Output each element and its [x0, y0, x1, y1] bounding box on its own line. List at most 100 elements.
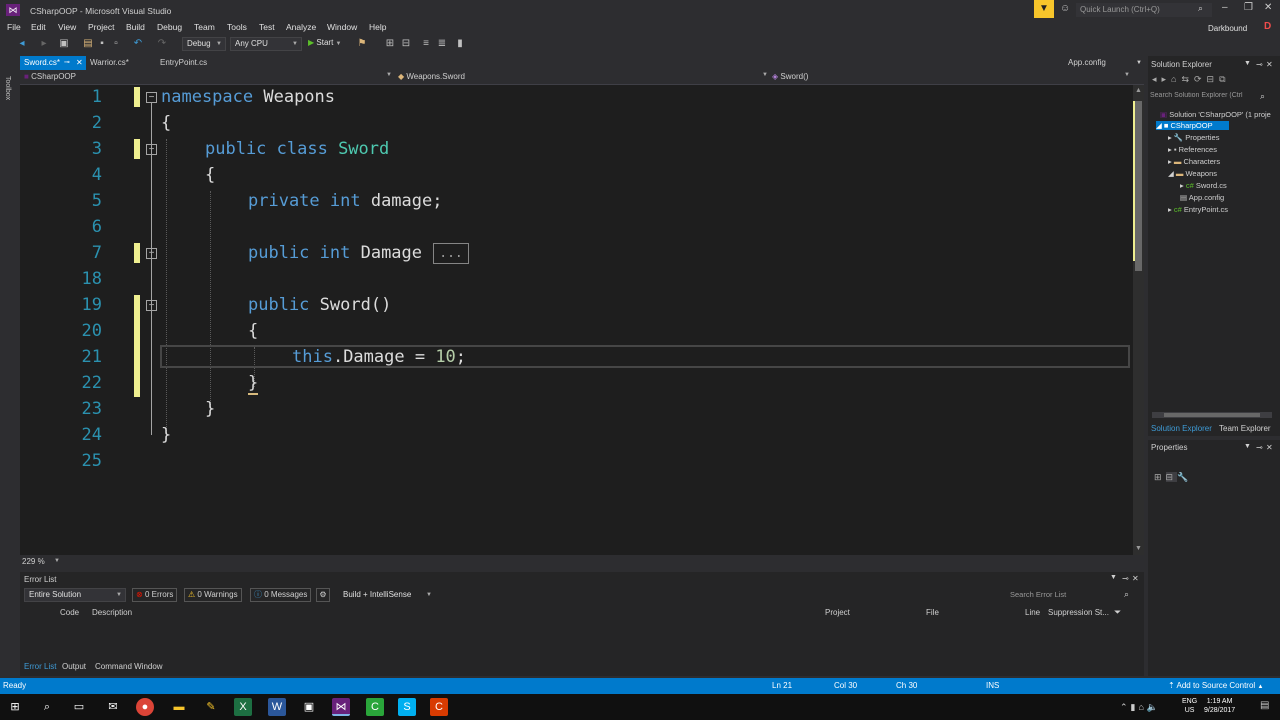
menu-file[interactable]: File [7, 22, 21, 32]
outdent-icon[interactable]: ≣ [436, 38, 448, 50]
recorder-icon[interactable]: C [430, 698, 448, 716]
code-editor[interactable]: 1 2 3 4 5 6 7 18 19 20 21 22 23 24 25 − … [20, 85, 1144, 555]
bottom-tab-command-window[interactable]: Command Window [95, 662, 163, 671]
excel-icon[interactable]: X [234, 698, 252, 716]
format-icon[interactable]: ⊞ [384, 38, 396, 50]
menu-team[interactable]: Team [194, 22, 215, 32]
notifications-icon[interactable]: ▤ [1260, 700, 1269, 711]
tree-references[interactable]: ▸ ▪ References [1168, 145, 1217, 154]
editor-vertical-scrollbar[interactable]: ▲ ▼ [1133, 85, 1144, 555]
open-file-icon[interactable]: ▤ [82, 38, 94, 50]
new-project-icon[interactable]: ▣ [58, 38, 70, 50]
app-icon[interactable]: ✎ [202, 698, 220, 716]
scroll-thumb[interactable] [1164, 413, 1260, 417]
forward-icon[interactable]: ▸ [38, 38, 50, 50]
close-icon[interactable]: ✕ [1132, 574, 1139, 583]
task-view-icon[interactable]: ▭ [70, 698, 88, 716]
mail-icon[interactable]: ✉ [104, 698, 122, 716]
menu-help[interactable]: Help [369, 22, 386, 32]
notification-flag-icon[interactable]: ▼ [1034, 0, 1054, 18]
close-icon[interactable]: ✕ [1266, 60, 1273, 69]
back-icon[interactable]: ◂ [16, 38, 28, 50]
solution-search-input[interactable]: Search Solution Explorer (Ctrl [1150, 92, 1266, 104]
visual-studio-icon[interactable]: ⋈ [332, 698, 350, 716]
build-filter-dropdown[interactable]: Build + IntelliSense ▼ [338, 588, 436, 602]
menu-analyze[interactable]: Analyze [286, 22, 316, 32]
horizontal-scrollbar[interactable] [1152, 412, 1272, 418]
tab-app-config[interactable]: App.config ▼ [1064, 56, 1144, 70]
scroll-down-icon[interactable]: ▼ [1135, 545, 1142, 552]
tab-entrypoint-cs[interactable]: EntryPoint.cs [156, 56, 226, 70]
error-search-input[interactable]: Search Error List [1010, 590, 1134, 599]
filter-icon[interactable]: ⚙ [316, 588, 330, 602]
pin-icon[interactable]: ⊸ [1256, 443, 1263, 452]
configuration-dropdown[interactable]: Debug ▼ [182, 37, 226, 51]
tree-properties[interactable]: ▸ 🔧 Properties [1168, 133, 1219, 142]
tab-team-explorer[interactable]: Team Explorer [1219, 424, 1271, 433]
class-dropdown[interactable]: ◆ Weapons.Sword [398, 72, 465, 81]
errors-filter-button[interactable]: ⊗ 0 Errors [132, 588, 178, 602]
chevron-down-icon[interactable]: ▼ [762, 72, 768, 78]
tree-characters-folder[interactable]: ▸ ▬ Characters [1168, 157, 1220, 166]
clock[interactable]: 1:19 AM 9/28/2017 [1204, 697, 1235, 715]
warnings-filter-button[interactable]: ⚠ 0 Warnings [184, 588, 242, 602]
member-dropdown[interactable]: ◈ Sword() [772, 72, 808, 81]
skype-icon[interactable]: S [398, 698, 416, 716]
bottom-tab-error-list[interactable]: Error List [24, 662, 56, 671]
tab-solution-explorer[interactable]: Solution Explorer [1151, 424, 1212, 433]
chrome-icon[interactable]: ● [136, 698, 154, 716]
user-name[interactable]: Darkbound [1208, 24, 1247, 33]
column-header-file[interactable]: File [926, 608, 939, 617]
minimize-button[interactable]: – [1222, 2, 1228, 13]
source-control-button[interactable]: ⇡ Add to Source Control ▲ [1168, 681, 1263, 690]
tree-entrypoint-cs[interactable]: ▸ c# EntryPoint.cs [1168, 205, 1228, 214]
redo-icon[interactable]: ↷ [156, 38, 168, 50]
menu-view[interactable]: View [58, 22, 76, 32]
attach-icon[interactable]: ⚑ [356, 38, 368, 50]
search-icon[interactable]: ⌕ [1124, 589, 1129, 600]
menu-edit[interactable]: Edit [31, 22, 46, 32]
menu-project[interactable]: Project [88, 22, 114, 32]
indent-icon[interactable]: ≡ [420, 38, 432, 50]
camtasia-icon[interactable]: C [366, 698, 384, 716]
messages-filter-button[interactable]: ⓘ 0 Messages [250, 588, 312, 602]
panel-menu-icon[interactable]: ▼ [1110, 574, 1117, 581]
column-header-project[interactable]: Project [825, 608, 850, 617]
tree-weapons-folder[interactable]: ◢ ▬ Weapons [1168, 169, 1217, 178]
column-header-code[interactable]: Code [60, 608, 79, 617]
close-window-button[interactable]: ✕ [1264, 2, 1272, 13]
tree-project[interactable]: ◢ ■ CSharpOOP [1156, 121, 1229, 130]
collapse-icon[interactable]: − [146, 92, 157, 103]
tray-icons[interactable]: ⌃▮⌂🔈 [1120, 702, 1161, 713]
collapsed-region-box[interactable]: ... [433, 243, 469, 264]
quick-launch-input[interactable]: Quick Launch (Ctrl+Q) [1076, 3, 1212, 17]
scroll-thumb[interactable] [1135, 101, 1142, 271]
windows-start-icon[interactable]: ⊞ [6, 698, 24, 716]
menu-window[interactable]: Window [327, 22, 357, 32]
funnel-icon[interactable]: ⏷ [1114, 607, 1121, 618]
column-header-line[interactable]: Line [1025, 608, 1040, 617]
panel-menu-icon[interactable]: ▼ [1244, 443, 1251, 450]
menu-build[interactable]: Build [126, 22, 145, 32]
chevron-down-icon[interactable]: ▼ [1136, 56, 1142, 70]
chevron-down-icon[interactable]: ▼ [1124, 72, 1130, 78]
search-icon[interactable]: ⌕ [1260, 91, 1265, 102]
toolbox-label[interactable]: Toolbox [4, 76, 11, 100]
tree-app-config[interactable]: ▤ App.config [1180, 193, 1224, 202]
platform-dropdown[interactable]: Any CPU ▼ [230, 37, 302, 51]
chevron-down-icon[interactable]: ▼ [386, 72, 392, 78]
quick-launch-search-icon[interactable]: ⌕ [1198, 3, 1203, 14]
restore-button[interactable]: ❐ [1244, 2, 1253, 13]
column-header-suppression[interactable]: Suppression St... [1048, 608, 1109, 617]
tab-warrior-cs[interactable]: Warrior.cs* [86, 56, 154, 70]
start-button[interactable]: ▶ Start ▼ [308, 38, 341, 47]
menu-tools[interactable]: Tools [227, 22, 247, 32]
input-language[interactable]: ENG US [1182, 697, 1197, 715]
pin-icon[interactable]: ⊸ [1256, 60, 1263, 69]
save-icon[interactable]: ▪ [96, 38, 108, 50]
menu-debug[interactable]: Debug [157, 22, 182, 32]
file-explorer-icon[interactable]: ▬ [170, 698, 188, 716]
feedback-icon[interactable]: ☺ [1060, 3, 1070, 14]
chevron-down-icon[interactable]: ▼ [54, 558, 60, 564]
scroll-up-icon[interactable]: ▲ [1135, 87, 1142, 94]
